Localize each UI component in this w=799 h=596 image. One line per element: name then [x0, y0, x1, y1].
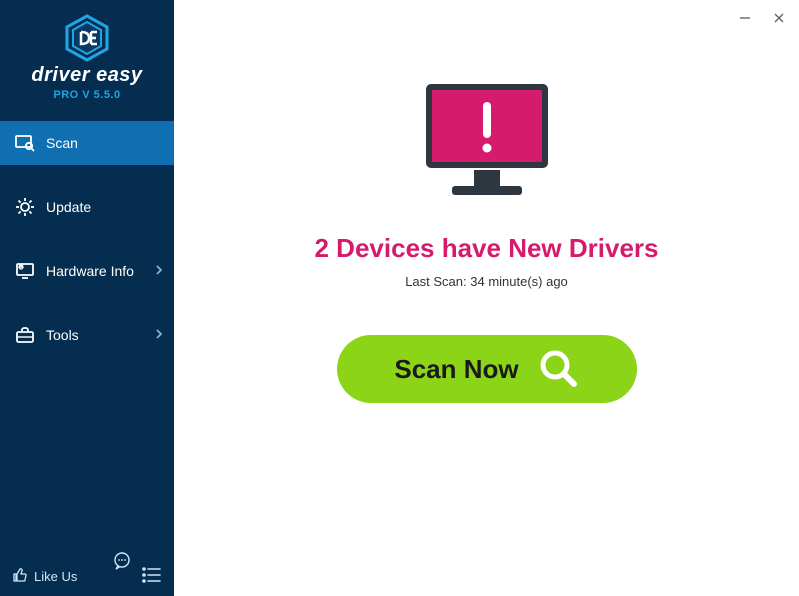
sidebar-item-hardware[interactable]: i Hardware Info: [0, 249, 174, 293]
footer-right-icons: [112, 565, 162, 588]
toolbox-icon: [14, 324, 36, 346]
chevron-right-icon: [156, 264, 162, 278]
brand-name: driver easy: [0, 64, 174, 87]
status-headline: 2 Devices have New Drivers: [315, 233, 659, 264]
menu-icon[interactable]: [142, 567, 162, 586]
scan-icon: [14, 132, 36, 154]
thumbs-up-icon: [12, 567, 28, 586]
close-button[interactable]: [765, 6, 793, 30]
sidebar-footer: Like Us: [0, 556, 174, 596]
scan-button-label: Scan Now: [394, 354, 518, 385]
window-controls: [731, 6, 793, 30]
main-content: 2 Devices have New Drivers Last Scan: 34…: [174, 0, 799, 596]
sidebar-item-label: Scan: [46, 135, 78, 151]
logo-icon: [61, 14, 113, 62]
sidebar-item-update[interactable]: Update: [0, 185, 174, 229]
sidebar-item-label: Hardware Info: [46, 263, 134, 279]
like-us-button[interactable]: Like Us: [12, 567, 77, 586]
app-window: driver easy PRO V 5.5.0 Scan Update i: [0, 0, 799, 596]
version-label: PRO V 5.5.0: [0, 89, 174, 101]
chevron-right-icon: [156, 328, 162, 342]
sidebar-item-label: Update: [46, 199, 91, 215]
monitor-info-icon: i: [14, 260, 36, 282]
sidebar-item-tools[interactable]: Tools: [0, 313, 174, 357]
gear-icon: [14, 196, 36, 218]
scan-now-button[interactable]: Scan Now: [337, 335, 637, 403]
magnify-icon: [537, 347, 579, 392]
minimize-button[interactable]: [731, 6, 759, 30]
logo-area: driver easy PRO V 5.5.0: [0, 0, 174, 107]
last-scan-label: Last Scan: 34 minute(s) ago: [405, 274, 568, 289]
like-us-label: Like Us: [34, 569, 77, 584]
feedback-icon[interactable]: [112, 551, 132, 574]
sidebar-item-label: Tools: [46, 327, 79, 343]
sidebar-item-scan[interactable]: Scan: [0, 121, 174, 165]
sidebar: driver easy PRO V 5.5.0 Scan Update i: [0, 0, 174, 596]
svg-text:i: i: [20, 265, 21, 270]
alert-monitor-graphic: [412, 78, 562, 213]
nav: Scan Update i Hardware Info: [0, 121, 174, 377]
